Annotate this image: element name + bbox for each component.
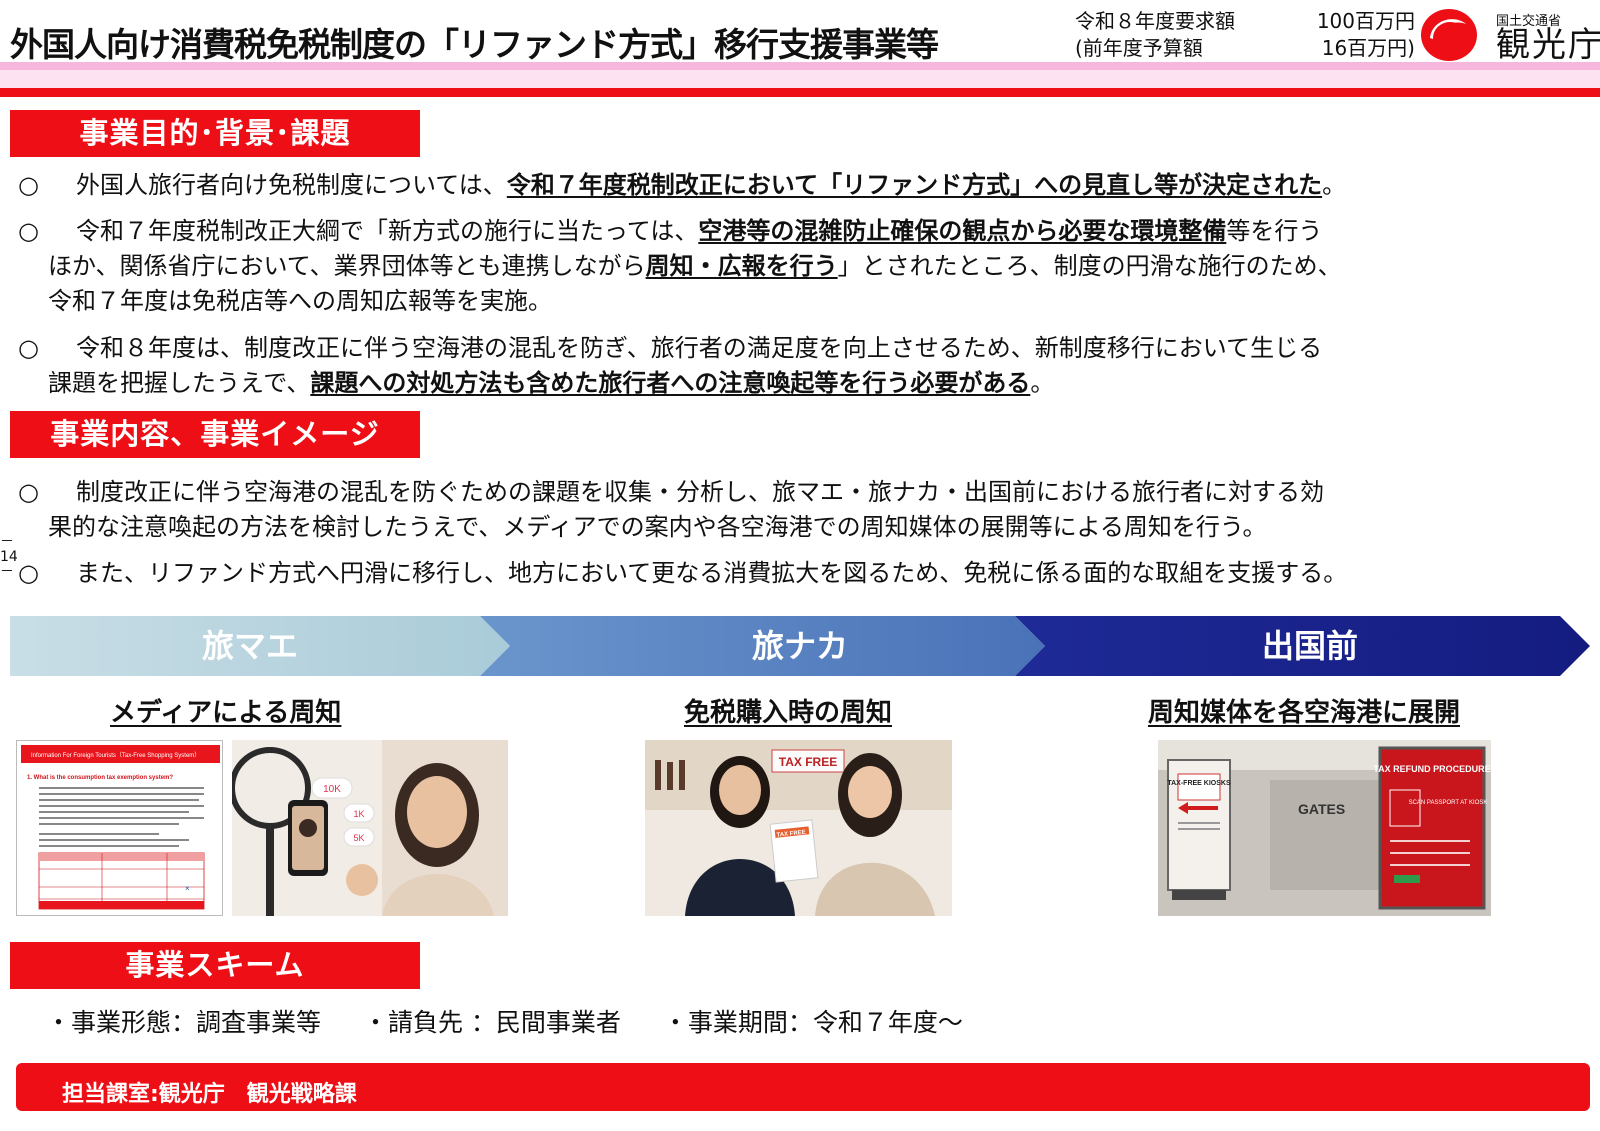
tax-free-purchase-photo: TAX FREE TAX FREE [645, 740, 952, 916]
flow-stage-before-departure: 出国前 [1261, 627, 1358, 665]
subhead-purchase: 免税購入時の周知 [684, 698, 893, 728]
agency-logo: 国土交通省 観光庁 [1420, 6, 1600, 64]
bullet-text: 令和８年度は、制度改正に伴う空海港の混乱を防ぎ、旅行者の満足度を向上させるため、… [76, 334, 1323, 362]
likes-count-2: 1K [353, 809, 364, 819]
bullet-text: ほか、関係省庁において、業界団体等とも連携しながら [48, 252, 646, 280]
budget-label: 令和８年度要求額 [1075, 9, 1235, 33]
page-title: 外国人向け消費税免税制度の「リファンド方式」移行支援事業等 [10, 25, 939, 64]
bullet-emphasis: 空港等の混雑防止確保の観点から必要な環境整備 [698, 217, 1227, 245]
influencer-photo: 10K 1K 5K [232, 740, 508, 916]
japan-tourism-logo-icon [1421, 9, 1477, 61]
flow-stage-before-trip: 旅マエ [201, 627, 298, 665]
flow-stage-during-trip: 旅ナカ [751, 627, 848, 665]
prev-budget-label: (前年度予算額 [1075, 36, 1203, 60]
scheme-contractor: ・請負先 ：民間事業者 [362, 1008, 621, 1037]
bullet-marker: ○ [18, 559, 39, 587]
traveler-stage-flow: 旅マエ 旅ナカ 出国前 [10, 616, 1590, 676]
scheme-details: ・事業形態：調査事業等 ・請負先 ：民間事業者 ・事業期間：令和７年度～ [46, 1003, 997, 1039]
purpose-bullet-2: ○ 令和７年度税制改正大綱で「新方式の施行に当たっては、 空港等の混雑防止確保の観… [18, 214, 1598, 319]
info-flyer-image: Information For Foreign Tourists（Tax-Fre… [16, 740, 223, 916]
purpose-bullet-3: ○ 令和８年度は、制度改正に伴う空海港の混乱を防ぎ、旅行者の満足度を向上させるた… [18, 331, 1598, 401]
purpose-bullet-1: ○ 外国人旅行者向け免税制度については、 令和７年度税制改正において「リファンド方… [18, 168, 1598, 203]
header-band-red [0, 88, 1600, 97]
section-content-heading: 事業内容、事業イメージ [10, 411, 420, 458]
bullet-text: 制度改正に伴う空海港の混乱を防ぐための課題を収集・分析し、旅マエ・旅ナカ・出国前… [76, 478, 1324, 506]
refund-sign: TAX REFUND PROCEDURE [1373, 764, 1490, 774]
bullet-text: また、リファンド方式へ円滑に移行し、地方において更なる消費拡大を図るため、免税に… [76, 559, 1348, 587]
section-purpose-heading: 事業目的･背景･課題 [10, 110, 420, 157]
section-scheme-heading: 事業スキーム [10, 942, 420, 989]
content-bullet-2: ○ また、リファンド方式へ円滑に移行し、地方において更なる消費拡大を図るため、免… [18, 556, 1598, 591]
flyer-title: Information For Foreign Tourists（Tax-Fre… [31, 752, 200, 759]
bullet-emphasis: 令和７年度税制改正において「リファンド方式」への見直し等が決定された [506, 171, 1323, 199]
airport-signage-photo: TAX-FREE KIOSKS GATES TAX REFUND PROCEDU… [1158, 740, 1491, 916]
content-bullet-1: ○ 制度改正に伴う空海港の混乱を防ぐための課題を収集・分析し、旅マエ・旅ナカ・出… [18, 475, 1598, 545]
refund-step: SCAN PASSPORT AT KIOSK [1409, 800, 1488, 806]
header-band-pink [0, 62, 1600, 70]
bullet-marker: ○ [18, 334, 39, 362]
likes-count-1: 10K [323, 784, 341, 795]
bullet-marker: ○ [18, 217, 39, 245]
tax-free-store-sign: TAX FREE [779, 755, 837, 769]
bullet-marker: ○ [18, 171, 39, 199]
bullet-text: 令和７年度税制改正大綱で「新方式の施行に当たっては、 [76, 217, 699, 245]
budget-block: 令和８年度要求額 100百万円 (前年度予算額 16百万円) [1075, 8, 1415, 62]
page-number: －14－ [0, 534, 18, 580]
kiosk-sign: TAX-FREE KIOSKS [1167, 780, 1231, 787]
agency-name: 観光庁 [1496, 25, 1600, 65]
budget-value: 100百万円 [1316, 9, 1415, 33]
bullet-text: 令和７年度は免税店等への周知広報等を実施。 [48, 287, 552, 315]
header-band-light [0, 70, 1600, 88]
bullet-marker: ○ [18, 478, 39, 506]
bullet-emphasis: 周知・広報を行う [645, 252, 838, 280]
prev-budget-value: 16百万円) [1321, 36, 1415, 60]
likes-count-3: 5K [353, 833, 364, 843]
subhead-airports: 周知媒体を各空海港に展開 [1148, 698, 1461, 728]
scheme-period: ・事業期間：令和７年度～ [662, 1008, 963, 1037]
flyer-question: 1. What is the consumption tax exemption… [27, 775, 173, 781]
svg-text:×: × [185, 884, 190, 893]
subhead-media: メディアによる周知 [110, 698, 342, 728]
scheme-form: ・事業形態：調査事業等 [46, 1008, 322, 1037]
responsible-division: 担当課室:観光庁 観光戦略課 [62, 1082, 357, 1107]
bullet-text: 外国人旅行者向け免税制度については、 [76, 171, 507, 199]
bullet-emphasis: 課題への対処方法も含めた旅行者への注意喚起等を行う必要がある [310, 369, 1031, 397]
gates-sign: GATES [1298, 801, 1345, 817]
